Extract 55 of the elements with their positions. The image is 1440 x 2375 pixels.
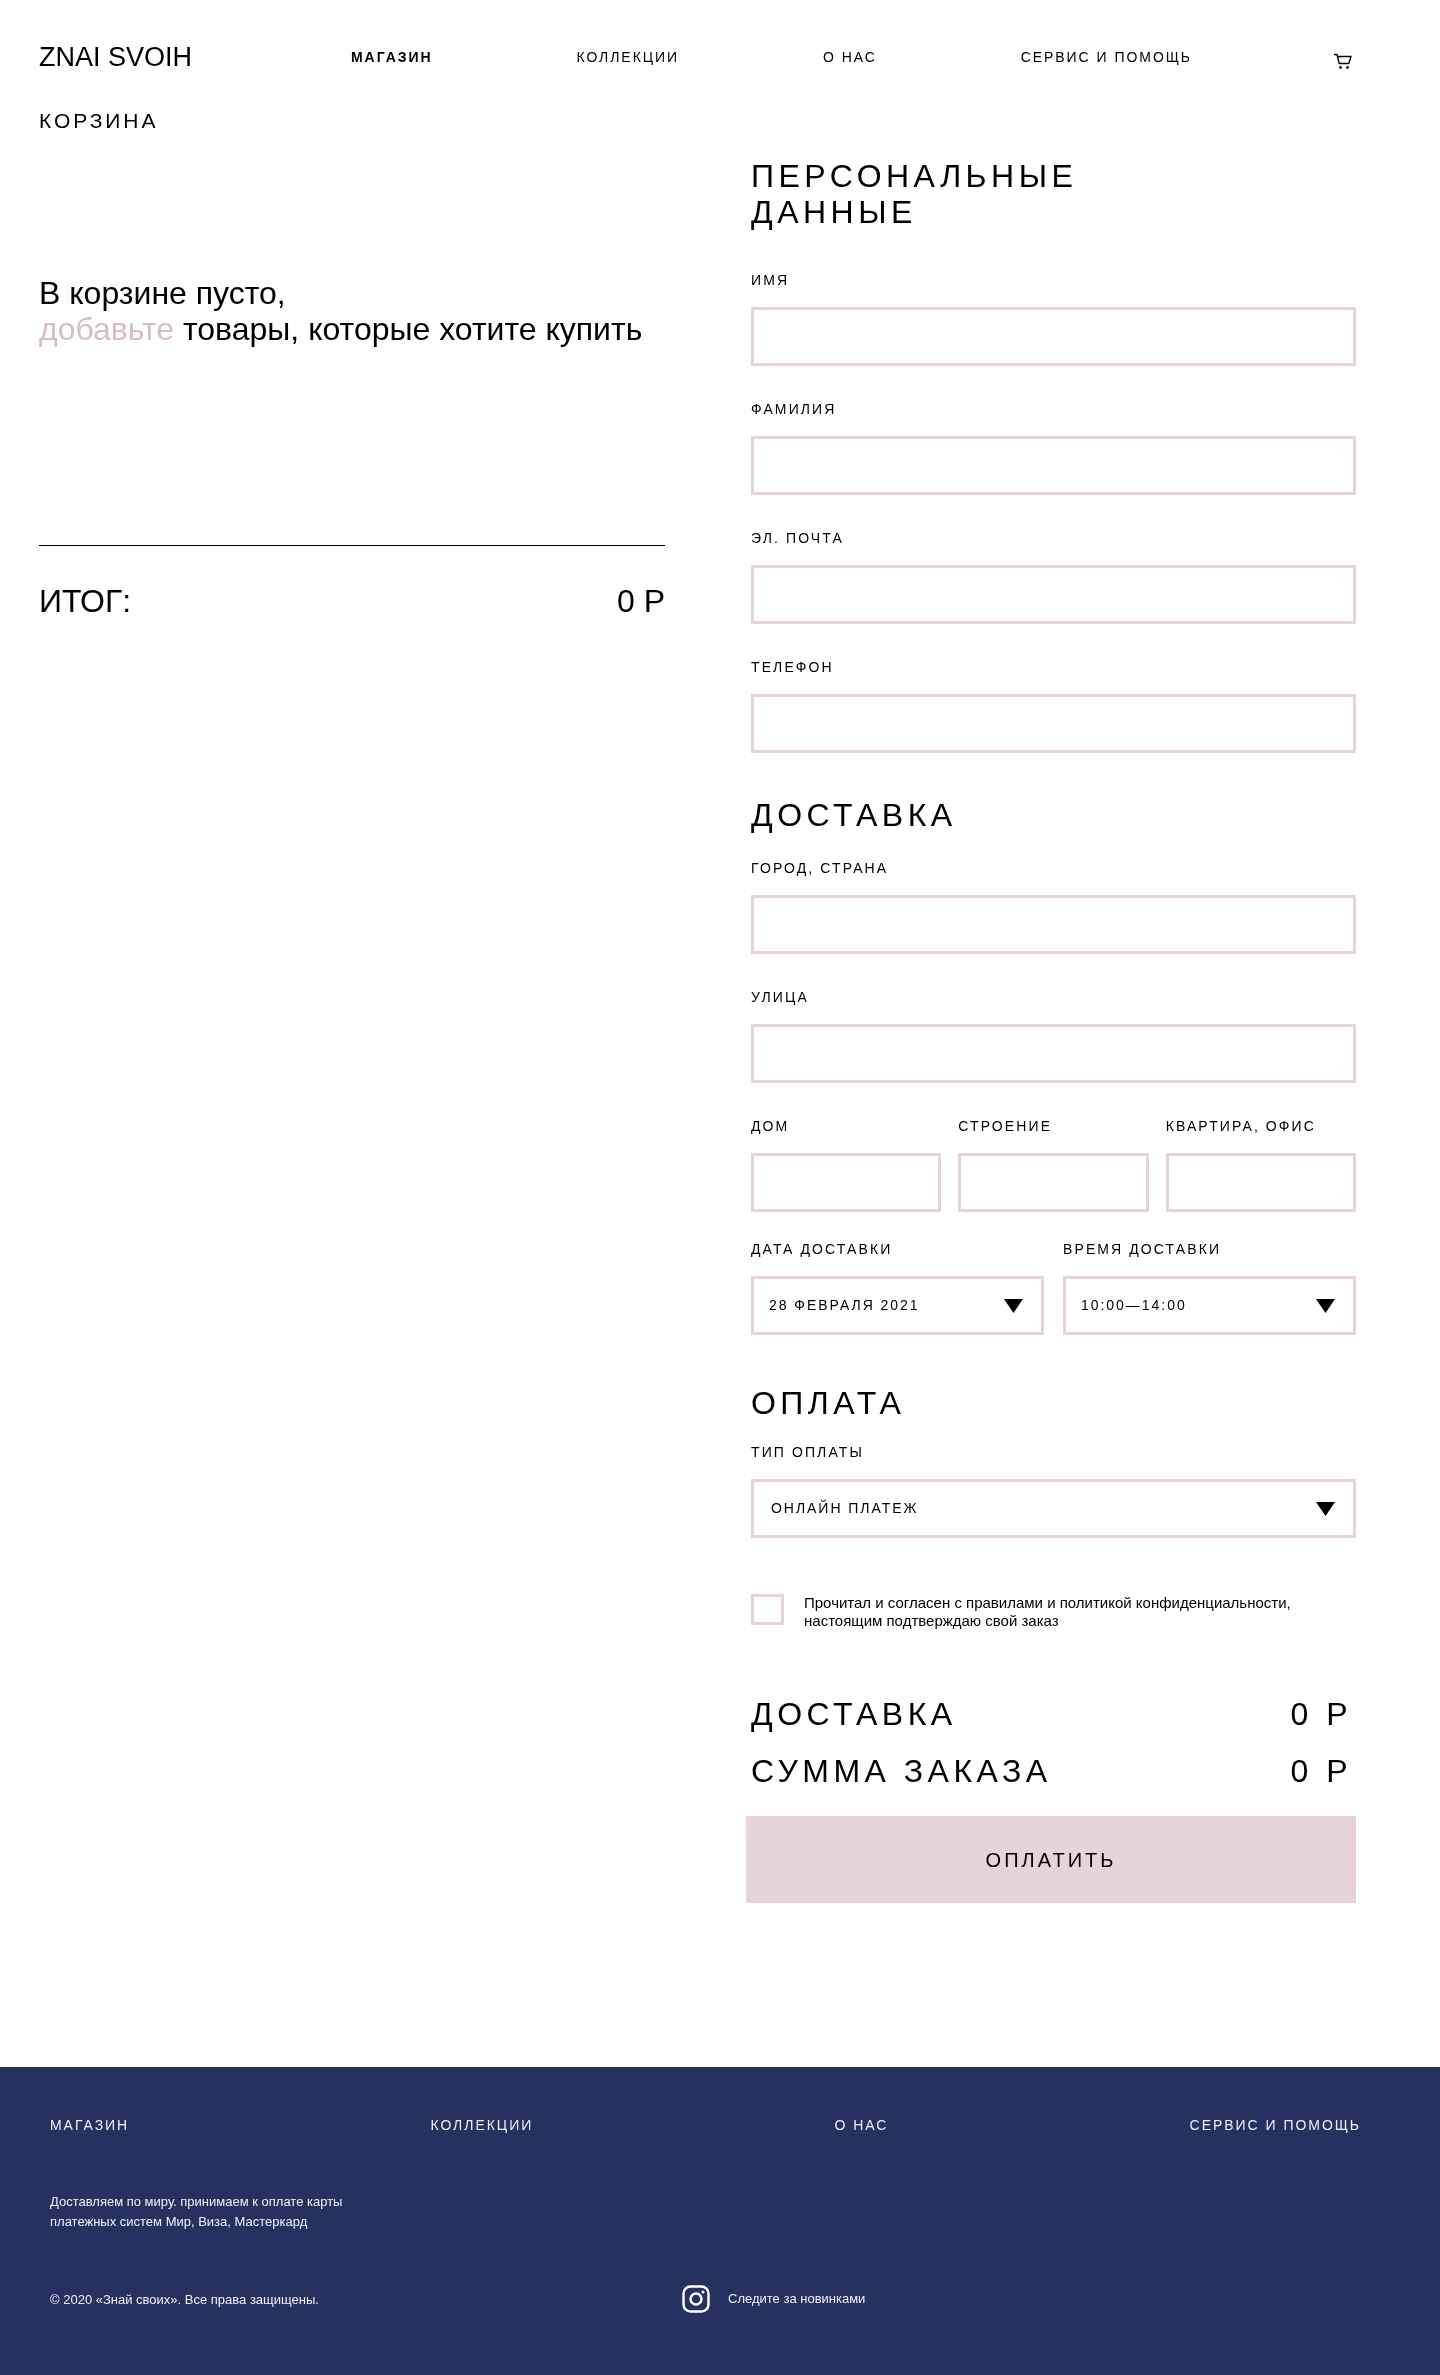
input-field[interactable] — [751, 895, 1356, 954]
field-label: ТИП ОПЛАТЫ — [751, 1443, 864, 1461]
section-heading: ПЕРСОНАЛЬНЫЕ ДАННЫЕ — [751, 158, 1079, 230]
summary-value: 0 Р — [1290, 1695, 1352, 1734]
field-label: ИМЯ — [751, 271, 790, 289]
caret-icon — [1316, 1298, 1335, 1313]
nav-link[interactable]: КОЛЛЕКЦИИ — [576, 48, 680, 66]
field-label: ТЕЛЕФОН — [751, 658, 834, 676]
input-field[interactable] — [958, 1153, 1149, 1212]
caret-icon — [1004, 1298, 1023, 1313]
input-field[interactable] — [751, 307, 1356, 366]
cart-icon[interactable] — [1333, 52, 1353, 70]
agreement-checkbox[interactable] — [751, 1594, 784, 1625]
summary-label: СУММА ЗАКАЗА — [751, 1752, 1052, 1791]
nav-link[interactable]: СЕРВИС И ПОМОЩЬ — [1020, 48, 1192, 66]
total-value: 0 Р — [616, 582, 665, 621]
field-label: УЛИЦА — [751, 988, 809, 1006]
footer-nav-link[interactable]: О НАС — [834, 2116, 889, 2134]
total-label: ИТОГ: — [39, 582, 132, 621]
field-label: ДАТА ДОСТАВКИ — [751, 1240, 893, 1258]
field-label: СТРОЕНИЕ — [958, 1117, 1053, 1135]
footer-nav-link[interactable]: МАГАЗИН — [50, 2116, 130, 2134]
field-label: КВАРТИРА, ОФИС — [1165, 1117, 1316, 1135]
dropdown-field[interactable]: ОНЛАЙН ПЛАТЕЖ — [751, 1479, 1356, 1538]
dropdown-field[interactable]: 10:00—14:00 — [1063, 1276, 1356, 1335]
footer-nav-link[interactable]: КОЛЛЕКЦИИ — [430, 2116, 534, 2134]
site-logo[interactable]: ZNAI SVOIH — [39, 43, 193, 71]
field-label: ЭЛ. ПОЧТА — [751, 529, 844, 547]
field-label: ДОМ — [751, 1117, 790, 1135]
field-label: ВРЕМЯ ДОСТАВКИ — [1063, 1240, 1222, 1258]
dropdown-field[interactable]: 28 ФЕВРАЛЯ 2021 — [751, 1276, 1044, 1335]
section-heading: ОПЛАТА — [751, 1385, 906, 1421]
field-label: ФАМИЛИЯ — [751, 400, 837, 418]
nav-link[interactable]: МАГАЗИН — [351, 48, 433, 66]
follow-link[interactable]: Следите за новинками — [682, 2285, 866, 2313]
pay-button[interactable]: ОПЛАТИТЬ — [746, 1816, 1356, 1903]
agreement-text: Прочитал и согласен с правилами и политикой конфиденциальности, настоящим подтверждаю свой заказ — [804, 1594, 1291, 1630]
delivery-info-text: Доставляем по миру. принимаем к оплате карты платежных систем Мир, Виза, Мастеркард — [50, 2193, 343, 2231]
nav-link[interactable]: О НАС — [822, 48, 877, 66]
page-title: КОРЗИНА — [39, 108, 159, 134]
input-field[interactable] — [751, 565, 1356, 624]
empty-cart-message: В корзине пусто, добавьте товары, которые хотите купить — [39, 275, 643, 347]
input-field[interactable] — [751, 436, 1356, 495]
camera-icon — [682, 2285, 710, 2313]
input-field[interactable] — [751, 1024, 1356, 1083]
footer-nav-link[interactable]: СЕРВИС И ПОМОЩЬ — [1189, 2116, 1361, 2134]
summary-value: 0 Р — [1290, 1752, 1352, 1791]
copyright-text: © 2020 «Знай своих». Все права защищены. — [50, 2292, 319, 2307]
section-heading: ДОСТАВКА — [751, 797, 957, 833]
summary-label: ДОСТАВКА — [751, 1695, 957, 1734]
input-field[interactable] — [1165, 1153, 1356, 1212]
caret-icon — [1316, 1501, 1335, 1516]
field-label: ГОРОД, СТРАНА — [751, 859, 889, 877]
input-field[interactable] — [751, 1153, 942, 1212]
input-field[interactable] — [751, 694, 1356, 753]
